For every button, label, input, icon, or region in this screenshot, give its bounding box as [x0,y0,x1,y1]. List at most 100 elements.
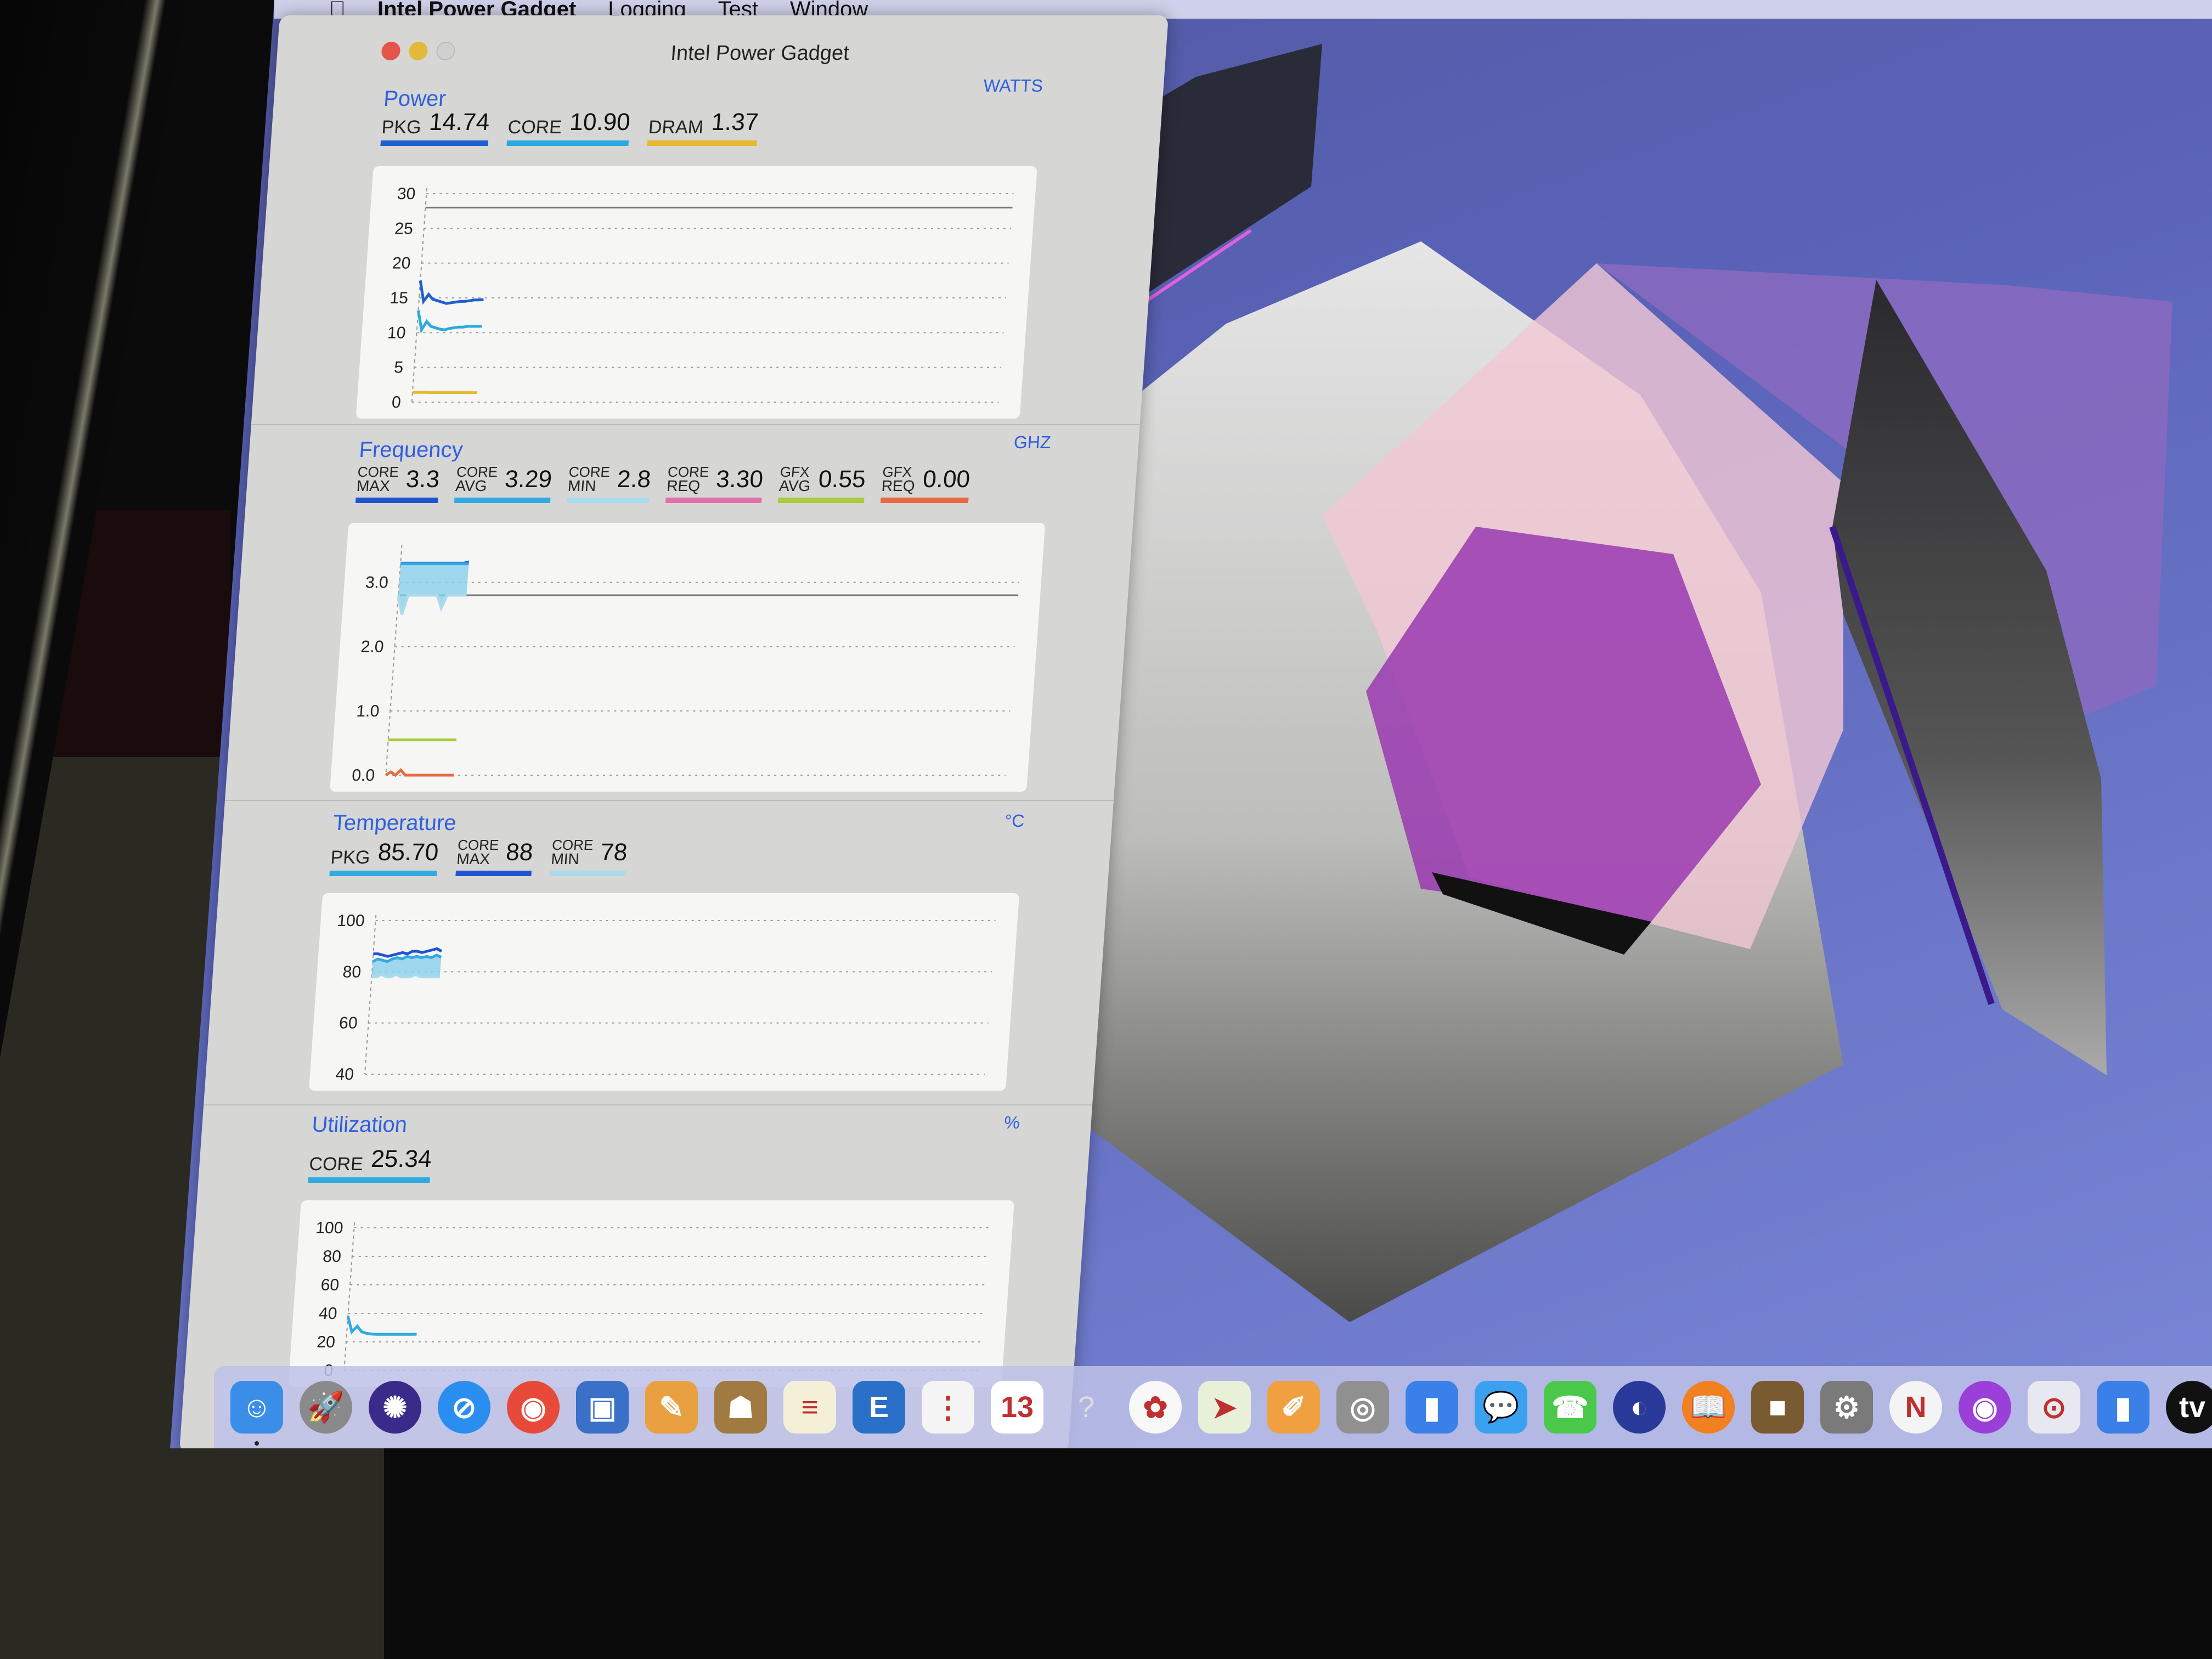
gear-icon: ⚙ [1833,1391,1860,1424]
cinema4d-icon: ◐ [1630,1391,1649,1424]
dock-item-reminders[interactable]: ⋮ [922,1381,974,1434]
dock-item-safari[interactable]: ⊘ [438,1381,490,1434]
dock-item-finder[interactable]: ☺ [230,1381,283,1446]
dock-item-contacts[interactable]: ☗ [714,1381,767,1434]
metric-color-bar [506,140,629,146]
question-icon: ? [1077,1391,1095,1424]
y-axis [364,915,377,1074]
metric-color-bar [380,140,488,146]
temperature-title: Temperature [332,811,458,835]
metric-label-bottom: MAX [456,850,491,867]
power-chart: 0 5 10 15 20 25 30 [356,166,1037,419]
y-tick-label: 25 [394,219,414,238]
metric-label-bottom: REQ [881,477,916,494]
finder-icon: ☺ [241,1391,272,1424]
metric-value: 14.74 [428,109,491,136]
metric-value: 88 [505,839,534,866]
dock-item-image-editor[interactable]: ✎ [645,1381,698,1434]
dock-item-minecraft[interactable]: ■ [1751,1381,1804,1434]
messages-icon: 💬 [1482,1390,1520,1424]
utilization-section: Utilization % CORE 25.34 020406080100 [288,1113,1021,1398]
metric-label-top: CORE [551,837,594,853]
chart-svg: 0 5 10 15 20 25 30 [387,185,1014,411]
utilization-chart: 020406080100 [288,1200,1014,1387]
dock-item-steelseries[interactable]: ⊙ [2028,1381,2080,1434]
section-divider [251,424,1140,425]
metric-color-bar [550,871,627,877]
metric-label-bottom: REQ [666,477,701,494]
metric-label-bottom: AVG [778,477,811,494]
utilization-title: Utilization [311,1113,408,1137]
dock-item-podcasts[interactable]: ◉ [1959,1381,2011,1434]
news-icon: N [1905,1391,1927,1424]
dock-item-messages[interactable]: 💬 [1475,1381,1527,1434]
freq-metric-core-min: CORE MIN 2.8 [566,464,652,504]
metric-value: 0.00 [922,466,971,493]
frequency-title: Frequency [358,438,464,462]
dock-item-calendar[interactable]: 13 [991,1381,1043,1434]
minecraft-icon: ■ [1768,1391,1787,1424]
series-line-core-max [373,947,443,958]
y-tick-label: 20 [392,255,411,273]
dock-item-siri[interactable]: ✺ [369,1381,421,1434]
photos-icon: ✿ [1143,1391,1168,1424]
reminders-icon: ⋮ [933,1391,963,1424]
dock-item-chrome[interactable]: ◉ [507,1381,560,1434]
temperature-chart: 40 60 80 100 [308,893,1020,1091]
metric-color-bar [329,871,437,877]
metric-value: 0.55 [817,466,867,493]
chart-svg: 0.0 1.0 2.0 3.0 [351,545,1019,785]
preview-icon: ▣ [588,1391,617,1424]
metric-label-bottom: MIN [567,477,597,494]
y-tick-label: 2.0 [360,638,385,656]
metric-value: 78 [599,839,629,866]
metric-value: 2.8 [616,466,652,493]
dock-item-question[interactable]: ? [1060,1381,1113,1434]
window-titlebar[interactable]: Intel Power Gadget [277,15,1169,65]
metric-value: 85.70 [377,839,439,866]
y-tick-label: 60 [320,1276,340,1294]
dock-item-facetime[interactable]: ☎ [1544,1381,1596,1434]
dock-item-ej[interactable]: E [853,1381,905,1434]
metric-label-top: GFX [882,464,913,480]
metric-value: 10.90 [568,109,631,136]
calendar-icon: 13 [1000,1391,1034,1424]
dock-item-news[interactable]: N [1889,1381,1942,1434]
metric-color-bar [566,498,650,504]
dock-item-photos[interactable]: ✿ [1129,1381,1182,1434]
metric-label: DRAM [647,116,704,138]
dock-item-appletv[interactable]: tv [2166,1381,2212,1434]
chart-svg: 40 60 80 100 [335,912,996,1084]
metric-value: 3.3 [405,466,441,493]
dock-item-gear[interactable]: ⚙ [1820,1381,1873,1434]
y-tick-label: 3.0 [365,574,389,592]
dock-item-maps[interactable]: ➤ [1198,1381,1251,1434]
utilization-unit: % [1003,1113,1021,1132]
y-tick-label: 20 [316,1333,336,1351]
freq-metric-gfx-avg: GFX AVG 0.55 [777,464,867,504]
dock-item-cinema4d[interactable]: ◐ [1613,1381,1666,1434]
safari-icon: ⊘ [452,1391,477,1424]
dock-item-screenshot[interactable]: ◎ [1336,1381,1389,1434]
dock-item-launchpad[interactable]: 🚀 [300,1381,352,1434]
dock-item-geekbench[interactable]: ▮ [1406,1381,1458,1434]
y-tick-label: 0.0 [351,766,375,785]
dock-item-geekbench[interactable]: ▮ [2097,1381,2149,1434]
power-metric-core: CORE 10.90 [506,109,631,146]
dock-item-preview[interactable]: ▣ [576,1381,629,1434]
y-tick-label: 0 [391,393,402,411]
ej-icon: E [868,1391,889,1424]
steelseries-icon: ⊙ [2041,1391,2067,1424]
metric-color-bar [777,498,865,504]
power-title: Power [382,87,447,111]
books-icon: 📖 [1690,1390,1727,1424]
dock-item-books[interactable]: 📖 [1682,1381,1735,1434]
series-line-gfx-req [385,768,454,777]
y-tick-label: 100 [315,1219,343,1237]
utilization-metrics: CORE 25.34 [308,1146,432,1183]
dock-item-pages[interactable]: ✐ [1267,1381,1320,1434]
dock-item-notes[interactable]: ≡ [783,1381,836,1434]
y-axis [343,1222,356,1370]
y-tick-label: 80 [342,963,362,981]
frequency-section: Frequency GHZ CORE MAX 3.3 CORE AVG 3.29 C… [330,432,1052,792]
